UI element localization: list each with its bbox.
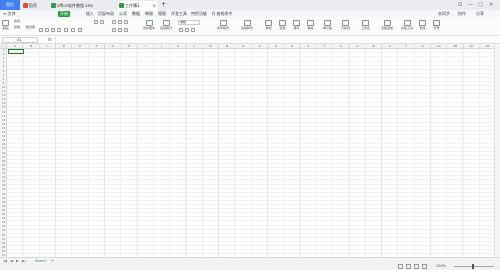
clear-icon[interactable] — [78, 28, 82, 32]
normal-view-icon[interactable] — [398, 264, 403, 269]
menu-formula[interactable]: 公式 — [119, 10, 127, 18]
percent-icon[interactable] — [185, 28, 189, 32]
table-tools-button[interactable]: 表格工具 — [401, 20, 413, 30]
wrap-text-button[interactable]: 自动换行 — [160, 20, 172, 30]
underline-icon[interactable] — [51, 28, 55, 32]
border-icon[interactable] — [57, 28, 61, 32]
tab-office-tutorial[interactable]: office软件教程.xlsx — [50, 1, 110, 10]
menu-special[interactable]: 特色功能 — [191, 10, 207, 18]
number-format-select[interactable]: 常规 — [178, 20, 200, 25]
vertical-scrollbar[interactable] — [494, 44, 500, 257]
find-button[interactable]: 查找 — [419, 20, 426, 30]
menu-insert[interactable]: 插入 — [86, 10, 94, 18]
menu-review[interactable]: 审阅 — [145, 10, 153, 18]
formula-bar: A1 fx — [0, 36, 500, 44]
italic-icon[interactable] — [45, 28, 49, 32]
align-center-icon[interactable] — [118, 28, 122, 32]
align-top-icon[interactable] — [112, 20, 116, 24]
sort-button[interactable]: 排序 — [293, 20, 300, 30]
window-layout-icon[interactable]: ⊡ — [458, 0, 462, 10]
menu-developer[interactable]: 开发工具 — [171, 10, 187, 18]
fx-icon[interactable]: fx — [48, 36, 52, 44]
fill-color-icon[interactable] — [64, 28, 68, 32]
active-cell-a1[interactable] — [8, 49, 24, 54]
tab-workbook1[interactable]: 工作簿1 × — [118, 1, 158, 10]
collaborate-button[interactable]: 协作 — [458, 10, 466, 18]
status-bar: 100% — [0, 263, 500, 270]
bold-icon[interactable] — [39, 28, 43, 32]
menu-bar: ≡ 文件 开始 插入 页面布局 公式 数据 审阅 视图 开发工具 特色功能 Q … — [0, 10, 500, 18]
daoke-icon — [23, 3, 28, 8]
sum-button[interactable]: 求和 — [265, 20, 272, 30]
name-box[interactable]: A1 — [2, 37, 38, 43]
align-middle-icon[interactable] — [118, 20, 122, 24]
menu-view[interactable]: 视图 — [158, 10, 166, 18]
formula-input[interactable] — [55, 37, 498, 43]
paste-button[interactable]: 粘贴 — [2, 20, 9, 30]
currency-icon[interactable] — [179, 28, 183, 32]
align-bottom-icon[interactable] — [124, 20, 128, 24]
minimize-button[interactable]: — — [468, 0, 473, 10]
close-tab-icon[interactable]: × — [153, 1, 156, 10]
symbol-button[interactable]: 符号 — [433, 20, 440, 30]
cell-area[interactable] — [7, 49, 494, 257]
reading-mode-icon[interactable] — [414, 264, 419, 269]
decimal-icon[interactable] — [191, 28, 195, 32]
ribbon-toolbar: 粘贴 剪切 复制 格式刷 宋体 11 合并居中 自动换行 常规 条件格式 表格样… — [0, 18, 500, 43]
zoom-level[interactable]: 100% — [436, 263, 446, 270]
share-button[interactable]: 分享 — [476, 10, 484, 18]
spreadsheet-icon — [119, 3, 124, 8]
table-style-button[interactable]: 表格样式 — [241, 20, 253, 30]
font-color-icon[interactable] — [71, 28, 75, 32]
eye-protection-icon[interactable] — [422, 264, 427, 269]
merge-center-button[interactable]: 合并居中 — [143, 20, 155, 30]
format-painter-button[interactable]: 格式刷 — [26, 25, 35, 29]
tab-daoke[interactable]: 稻壳 — [22, 1, 48, 10]
align-left-icon[interactable] — [112, 28, 116, 32]
row-column-button[interactable]: 行和列 — [341, 20, 350, 30]
title-bar: 首页 稻壳 office软件教程.xlsx 工作簿1 × + ⊡ — □ ✕ — [0, 0, 500, 10]
home-tab[interactable]: 首页 — [0, 0, 20, 10]
decrease-font-icon[interactable] — [100, 20, 104, 24]
zoom-slider[interactable] — [454, 266, 494, 267]
zoom-slider-knob[interactable] — [472, 264, 474, 269]
search-command[interactable]: Q 查找命令 — [212, 10, 232, 18]
increase-font-icon[interactable] — [94, 20, 98, 24]
freeze-panes-button[interactable]: 冻结窗格 — [381, 20, 393, 30]
cut-button[interactable]: 剪切 — [14, 19, 20, 23]
copy-button[interactable]: 复制 — [14, 25, 20, 29]
menu-start[interactable]: 开始 — [58, 11, 70, 17]
align-right-icon[interactable] — [124, 28, 128, 32]
cell-button[interactable]: 单元格 — [323, 20, 332, 30]
row-headers: 1 2 3 4 5 6 7 8 9 10 11 12 13 14 15 16 17 18 19 20 21 22 23 24 2… — [0, 49, 7, 257]
spreadsheet-icon — [51, 3, 56, 8]
maximize-button[interactable]: □ — [478, 0, 483, 10]
menu-data[interactable]: 数据 — [132, 10, 140, 18]
new-tab-button[interactable]: + — [161, 0, 166, 10]
worksheet-button[interactable]: 工作表 — [361, 20, 370, 30]
file-menu[interactable]: ≡ 文件 — [3, 10, 16, 18]
menu-page-layout[interactable]: 页面布局 — [98, 10, 114, 18]
close-window-button[interactable]: ✕ — [489, 0, 493, 10]
fill-button[interactable]: 填充 — [307, 20, 314, 30]
sync-status[interactable]: 未同步 — [438, 10, 450, 18]
page-break-view-icon[interactable] — [406, 264, 411, 269]
conditional-format-button[interactable]: 条件格式 — [217, 20, 229, 30]
filter-button[interactable]: 筛选 — [279, 20, 286, 30]
spreadsheet-grid: A B C D E F G H I J K L M N O P Q R S T U V W X Y Z AA AB AC AD 12345… — [0, 44, 500, 257]
